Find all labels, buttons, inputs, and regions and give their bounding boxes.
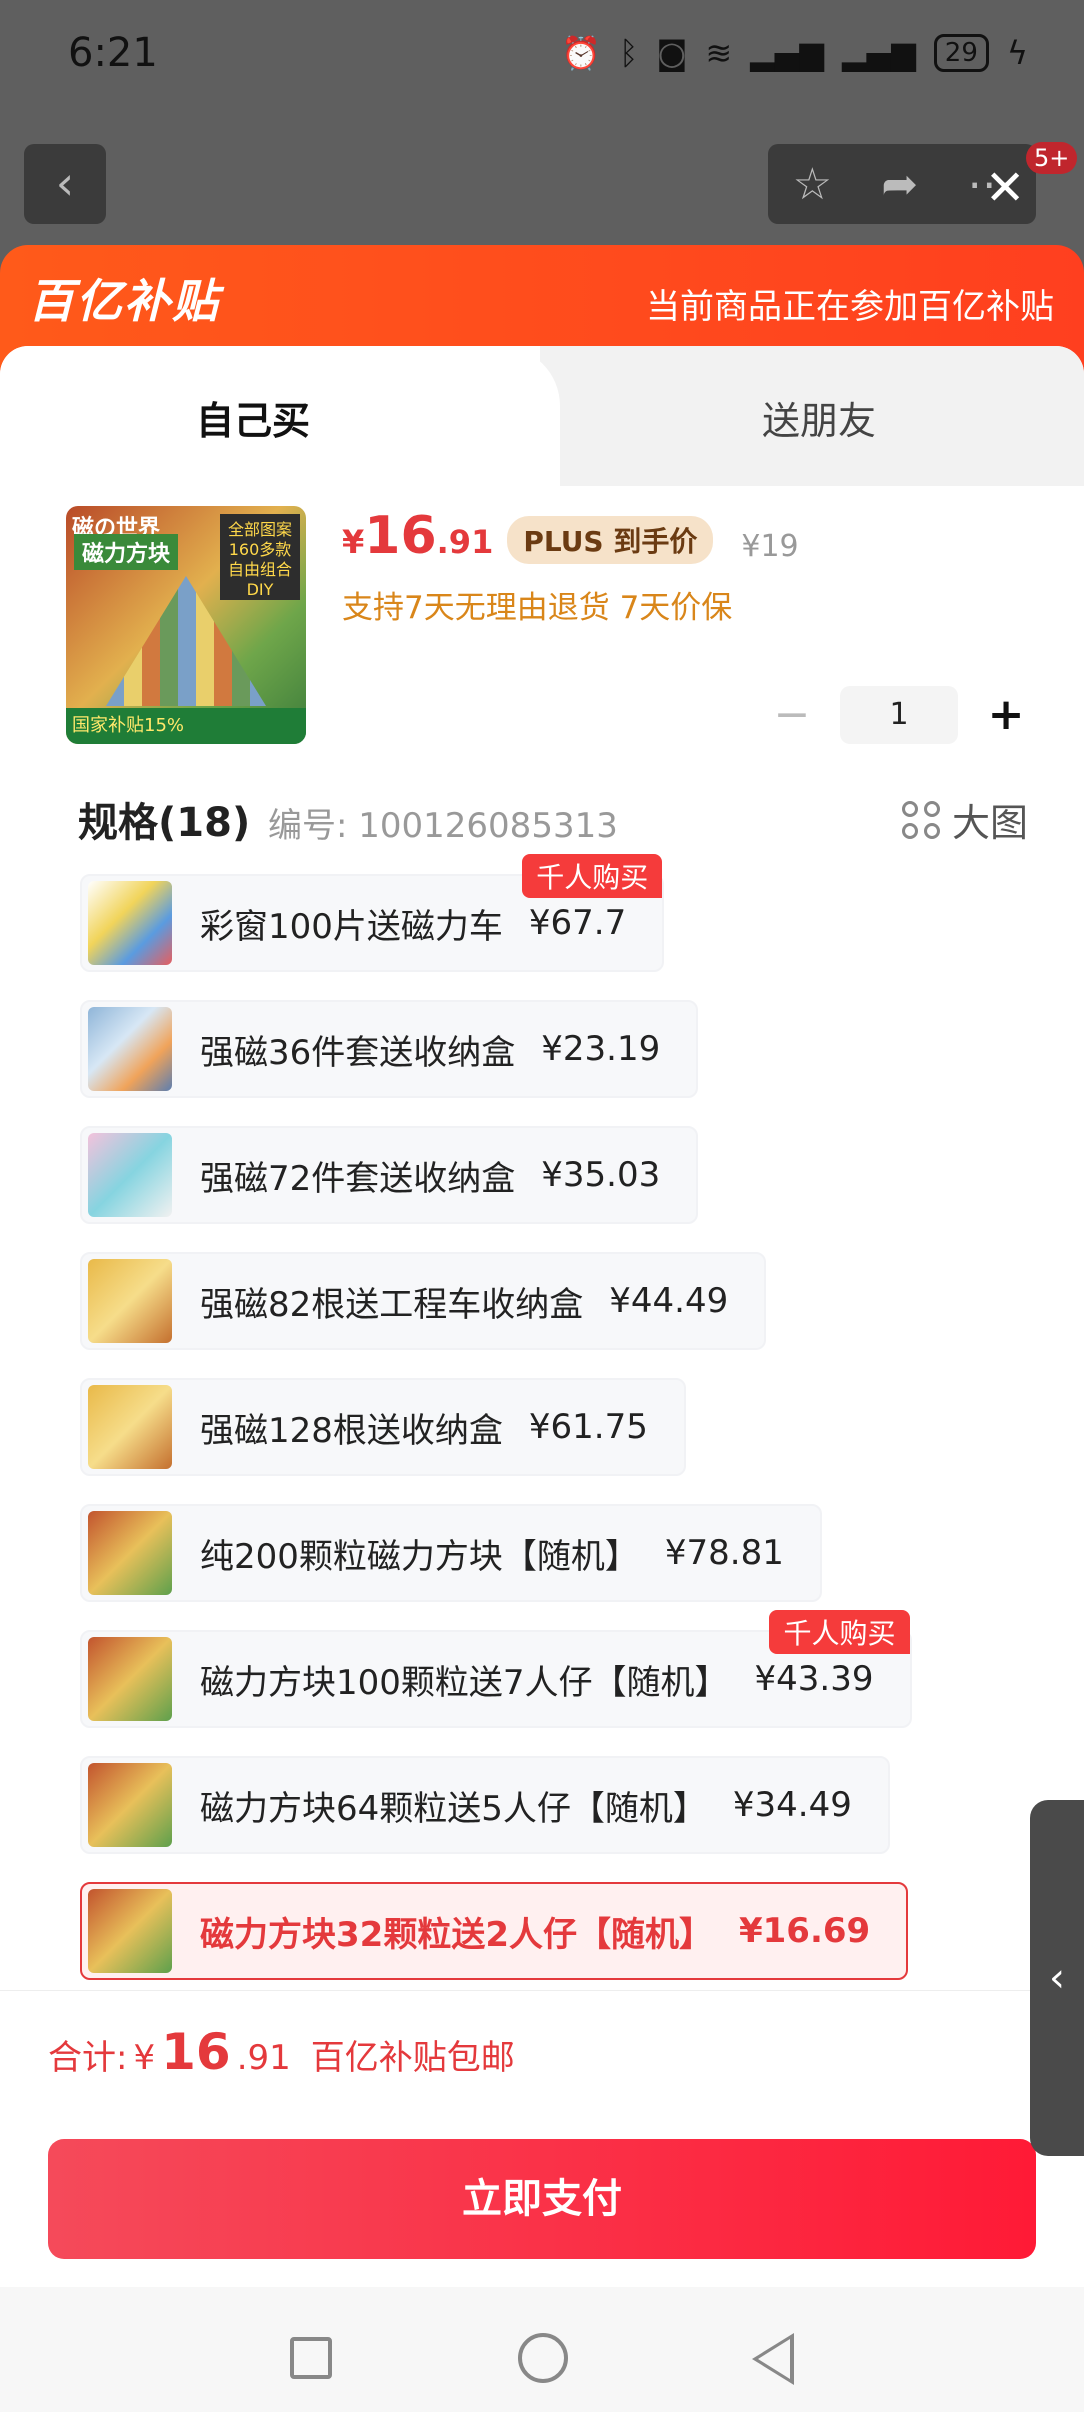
total-label: 合计: [48, 2038, 128, 2078]
price: ¥16.91 [342, 508, 493, 570]
spec-thumbnail [88, 1637, 172, 1721]
spec-name: 彩窗100片送磁力车 [200, 906, 503, 947]
sheet-content: 磁の世界 磁力方块 全部图案 160多款 自由组合DIY 国家补贴15% ¥16… [30, 486, 1054, 1996]
hot-sale-tag: 千人购买 [769, 1610, 910, 1654]
spec-name: 强磁82根送工程车收纳盒 [200, 1284, 584, 1325]
spec-name: 强磁36件套送收纳盒 [200, 1032, 516, 1073]
spec-price: ¥44.49 [609, 1281, 729, 1321]
quantity-value[interactable]: 1 [840, 686, 958, 744]
spec-thumbnail [88, 1133, 172, 1217]
status-time: 6:21 [68, 30, 158, 76]
spec-thumbnail [88, 1889, 172, 1973]
minus-icon[interactable]: − [772, 693, 812, 737]
recent-apps-icon[interactable] [290, 2337, 332, 2379]
spec-option[interactable]: 彩窗100片送磁力车 ¥67.7 千人购买 [80, 854, 665, 972]
subsidy-logo: 百亿补贴 [28, 274, 220, 328]
product-image-strip: 国家补贴15% [66, 708, 306, 744]
spec-option[interactable]: 纯200颗粒磁力方块【随机】 ¥78.81 [80, 1504, 822, 1602]
pay-now-button[interactable]: 立即支付 [48, 2139, 1036, 2259]
product-code: 编号: 100126085313 [268, 806, 618, 846]
status-bar: 6:21 ⏰ ᛒ ◙ ≋ ▂▄▆ ▂▄▆ 29 ϟ [0, 0, 1084, 110]
status-icons: ⏰ ᛒ ◙ ≋ ▂▄▆ ▂▄▆ 29 ϟ [561, 34, 1028, 72]
bluetooth-icon: ᛒ [619, 34, 639, 72]
spec-price: ¥78.81 [664, 1533, 784, 1573]
tab-buy-self[interactable]: 自己买 [0, 346, 560, 486]
price-int: 16 [364, 506, 437, 566]
total-symbol: ¥ [133, 2038, 156, 2078]
spec-thumbnail [88, 1007, 172, 1091]
plus-icon[interactable]: + [986, 693, 1026, 737]
order-total: 合计: ¥16.91 百亿补贴包邮 [48, 2023, 515, 2081]
large-image-toggle[interactable]: 大图 [901, 792, 1028, 847]
spec-name: 磁力方块100颗粒送7人仔【随机】 [200, 1662, 729, 1703]
guarantee-text: 支持7天无理由退货 7天价保 [342, 590, 733, 626]
spec-name: 强磁128根送收纳盒 [200, 1410, 503, 1451]
product-image-box: 全部图案 160多款 自由组合DIY [220, 514, 300, 600]
star-icon[interactable]: ☆ [793, 159, 832, 210]
spec-option[interactable]: 磁力方块64颗粒送5人仔【随机】 ¥34.49 [80, 1756, 890, 1854]
spec-option[interactable]: 强磁36件套送收纳盒 ¥23.19 [80, 1000, 699, 1098]
spec-option[interactable]: 强磁72件套送收纳盒 ¥35.03 [80, 1126, 699, 1224]
spec-name: 磁力方块32颗粒送2人仔【随机】 [200, 1914, 713, 1955]
spec-title: 规格(18) [78, 800, 251, 846]
total-int: 16 [161, 2023, 231, 2081]
spec-price: ¥61.75 [528, 1407, 648, 1447]
grid-view-icon [901, 800, 940, 839]
spec-thumbnail [88, 1385, 172, 1469]
signal-icon: ▂▄▆ [841, 34, 916, 72]
alarm-icon: ⏰ [561, 34, 602, 72]
total-note: 百亿补贴包邮 [310, 2038, 515, 2078]
tab-gift-friend[interactable]: 送朋友 [540, 346, 1084, 486]
notification-badge: 5+ [1026, 142, 1078, 174]
spec-name: 纯200颗粒磁力方块【随机】 [200, 1536, 639, 1577]
battery-indicator: 29 [933, 34, 989, 72]
home-icon[interactable] [518, 2333, 568, 2383]
wifi-icon: ≋ [705, 34, 733, 72]
original-price: ¥19 [741, 529, 799, 564]
spec-list: 彩窗100片送磁力车 ¥67.7 千人购买 强磁36件套送收纳盒 ¥23.19 … [80, 854, 1040, 2008]
camera-icon: ◙ [656, 34, 688, 72]
spec-header: 规格(18) 编号: 100126085313 大图 [78, 786, 1028, 846]
signal-icon: ▂▄▆ [750, 34, 824, 72]
spec-option[interactable]: 强磁128根送收纳盒 ¥61.75 [80, 1378, 686, 1476]
spec-name: 强磁72件套送收纳盒 [200, 1158, 516, 1199]
price-decimal: .91 [436, 523, 494, 561]
nav-back-icon[interactable] [752, 2333, 794, 2385]
total-decimal: .91 [236, 2038, 291, 2078]
large-image-label: 大图 [951, 801, 1028, 845]
spec-price: ¥23.19 [541, 1029, 661, 1069]
side-drawer-handle[interactable]: ‹ [1030, 1800, 1084, 2156]
product-image[interactable]: 磁の世界 磁力方块 全部图案 160多款 自由组合DIY 国家补贴15% [66, 506, 306, 744]
spec-price: ¥43.39 [754, 1659, 874, 1699]
subsidy-note: 当前商品正在参加百亿补贴 [646, 287, 1054, 327]
plus-price-tag: PLUS 到手价 [507, 516, 714, 564]
spec-price: ¥34.49 [732, 1785, 852, 1825]
price-row: ¥16.91 PLUS 到手价 ¥19 [342, 508, 799, 570]
system-nav-bar [0, 2287, 1084, 2412]
spec-price: ¥35.03 [541, 1155, 661, 1195]
close-icon[interactable]: ✕ [985, 160, 1025, 216]
product-image-sub: 磁力方块 [74, 534, 179, 570]
back-icon[interactable]: ‹ [24, 144, 106, 224]
charging-icon: ϟ [1006, 34, 1028, 72]
spec-thumbnail [88, 881, 172, 965]
price-symbol: ¥ [342, 523, 365, 561]
tab-label: 自己买 [196, 399, 311, 443]
checkout-bar: 合计: ¥16.91 百亿补贴包邮 立即支付 [0, 1990, 1084, 2412]
share-icon[interactable]: ➦ [881, 159, 918, 210]
spec-price: ¥16.69 [738, 1911, 871, 1951]
spec-thumbnail [88, 1259, 172, 1343]
spec-thumbnail [88, 1763, 172, 1847]
spec-price: ¥67.7 [528, 903, 627, 943]
spec-name: 磁力方块64颗粒送5人仔【随机】 [200, 1788, 707, 1829]
spec-option-selected[interactable]: 磁力方块32颗粒送2人仔【随机】 ¥16.69 [80, 1882, 909, 1980]
spec-option[interactable]: 强磁82根送工程车收纳盒 ¥44.49 [80, 1252, 767, 1350]
spec-thumbnail [88, 1511, 172, 1595]
tab-label: 送朋友 [762, 399, 877, 443]
quantity-stepper: − 1 + [772, 686, 1026, 744]
spec-option[interactable]: 磁力方块100颗粒送7人仔【随机】 ¥43.39 千人购买 [80, 1610, 912, 1728]
hot-sale-tag: 千人购买 [522, 854, 663, 898]
